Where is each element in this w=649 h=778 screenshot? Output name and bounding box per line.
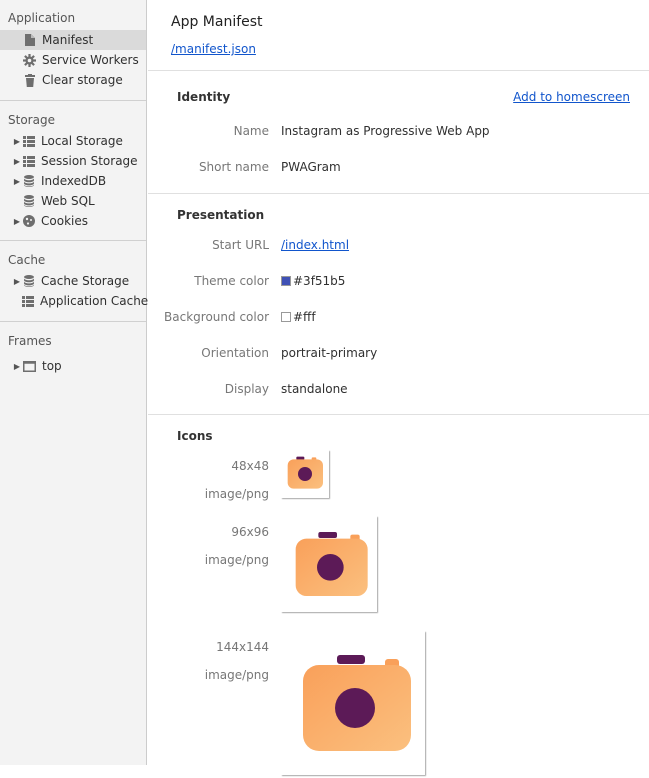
expand-triangle-icon[interactable]: ▶ [12,277,22,286]
sidebar-item-cache-storage[interactable]: ▶ Cache Storage [0,271,146,291]
database-icon [22,275,35,288]
sidebar-item-label: top [42,359,62,373]
expand-triangle-icon[interactable]: ▶ [12,177,22,186]
start-url-link[interactable]: /index.html [281,238,349,252]
orientation-label: Orientation [201,346,269,360]
icon-size: 96x96 [231,525,269,539]
name-label: Name [233,124,269,138]
short-name-row: Short name PWAGram [148,149,649,185]
presentation-section: Presentation Start URL /index.html Theme… [148,194,649,415]
sidebar: Application Manifest Service Workers Cle… [0,0,149,765]
sidebar-item-clear-storage[interactable]: Clear storage [0,70,146,90]
grid-icon [22,135,35,148]
icon-preview-96 [281,516,377,612]
icon-type: image/png [204,553,269,567]
document-icon [23,34,36,47]
camera-icon [295,532,368,596]
sidebar-item-label: Service Workers [42,53,139,67]
icon-preview-144 [281,631,425,775]
sidebar-header-storage: Storage [8,113,55,127]
sidebar-item-service-workers[interactable]: Service Workers [0,50,146,70]
orientation-value: portrait-primary [281,346,378,360]
sidebar-header-application: Application [8,11,76,25]
grid-icon [22,155,35,168]
name-row: Name Instagram as Progressive Web App [148,113,649,149]
icons-header: Icons [177,429,213,443]
grid-icon [22,295,34,308]
database-icon [22,195,35,208]
background-color-row: Background color #fff [148,299,649,335]
sidebar-header-cache: Cache [8,253,46,267]
icon-entry: 96x96 image/png [148,516,649,631]
background-color-value: #fff [293,310,316,324]
cookie-icon [22,215,35,228]
sidebar-item-manifest[interactable]: Manifest [0,30,146,50]
sidebar-section-frames: Frames ▶ top [0,322,146,376]
sidebar-item-indexeddb[interactable]: ▶ IndexedDB [0,171,146,191]
icon-type: image/png [204,487,269,501]
sidebar-section-storage: Storage ▶ Local Storage ▶ Session Storag… [0,101,146,241]
camera-icon [287,456,323,489]
start-url-row: Start URL /index.html [148,227,649,263]
background-color-swatch [281,312,291,322]
sidebar-item-label: Cache Storage [41,274,130,288]
orientation-row: Orientation portrait-primary [148,335,649,371]
icon-size: 48x48 [231,459,269,473]
icons-section: Icons 48x48 image/png 96x96 image/png 14… [148,415,649,775]
sidebar-item-web-sql[interactable]: Web SQL [0,191,146,211]
identity-section: Identity Add to homescreen Name Instagra… [148,71,649,194]
manifest-json-link[interactable]: /manifest.json [171,42,256,56]
display-row: Display standalone [148,371,649,407]
theme-color-value: #3f51b5 [293,274,346,288]
expand-triangle-icon[interactable]: ▶ [12,217,22,226]
sidebar-item-cookies[interactable]: ▶ Cookies [0,211,146,231]
database-icon [22,175,35,188]
trash-icon [23,73,36,87]
icon-size: 144x144 [216,640,269,654]
page-title: App Manifest [171,14,263,30]
icon-entry: 48x48 image/png [148,450,649,514]
icon-preview-48 [281,450,329,498]
short-name-value: PWAGram [281,160,341,174]
display-label: Display [224,382,269,396]
sidebar-item-label: Manifest [42,33,94,47]
sidebar-header-frames: Frames [8,334,52,348]
display-value: standalone [281,382,348,396]
sidebar-item-top-frame[interactable]: ▶ top [0,356,146,376]
sidebar-section-cache: Cache ▶ Cache Storage Application Cache [0,241,149,322]
sidebar-item-label: Cookies [41,214,88,228]
start-url-label: Start URL [212,238,269,252]
expand-triangle-icon[interactable]: ▶ [12,157,22,166]
camera-icon [303,655,411,751]
frame-icon [22,360,36,373]
theme-color-label: Theme color [194,274,269,288]
manifest-panel: App Manifest /manifest.json Identity Add… [148,0,649,775]
theme-color-row: Theme color #3f51b5 [148,263,649,299]
title-block: App Manifest /manifest.json [148,0,649,71]
name-value: Instagram as Progressive Web App [281,124,490,138]
sidebar-item-session-storage[interactable]: ▶ Session Storage [0,151,146,171]
icon-type: image/png [204,668,269,682]
sidebar-item-application-cache[interactable]: Application Cache [0,291,149,311]
short-name-label: Short name [198,160,269,174]
sidebar-item-label: Session Storage [41,154,138,168]
background-color-label: Background color [164,310,269,324]
sidebar-item-label: IndexedDB [41,174,107,188]
expand-triangle-icon[interactable]: ▶ [12,362,22,371]
theme-color-swatch [281,276,291,286]
sidebar-section-application: Application Manifest Service Workers Cle… [0,0,146,101]
sidebar-item-label: Local Storage [41,134,123,148]
sidebar-item-local-storage[interactable]: ▶ Local Storage [0,131,146,151]
sidebar-item-label: Application Cache [40,294,149,308]
expand-triangle-icon[interactable]: ▶ [12,137,22,146]
add-to-homescreen-link[interactable]: Add to homescreen [513,90,630,104]
presentation-header: Presentation [177,208,265,222]
icon-entry: 144x144 image/png [148,631,649,775]
gear-icon [23,53,36,67]
sidebar-item-label: Web SQL [41,194,95,208]
sidebar-item-label: Clear storage [42,73,123,87]
